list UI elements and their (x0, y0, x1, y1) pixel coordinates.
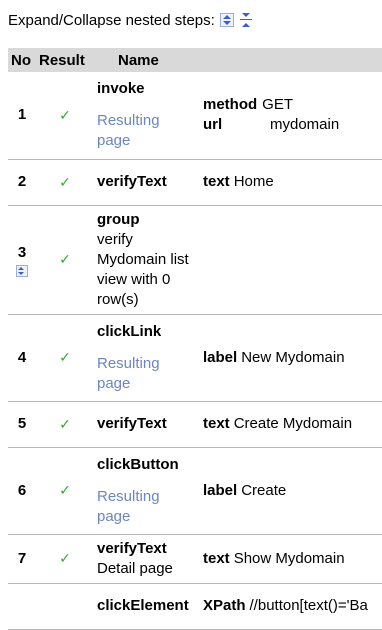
result-check-icon: ✓ (36, 447, 94, 535)
param: url mydomain (203, 116, 340, 134)
param: text Home (203, 173, 274, 190)
step-name: verifyText (97, 539, 167, 557)
step-name: clickLink (97, 322, 162, 340)
result-check-icon (36, 583, 94, 630)
step-number: 2 (8, 159, 36, 206)
result-check-icon: ✓ (36, 314, 94, 402)
table-row: 4 ✓ clickLink Resulting page label New M… (8, 314, 382, 402)
column-header-no: No (8, 48, 36, 72)
param: XPath //button[text()='Ba (203, 597, 368, 614)
param: method GET (203, 96, 294, 114)
result-check-icon: ✓ (36, 205, 94, 315)
step-name: clickElement (97, 597, 189, 614)
step-number: 6 (8, 447, 36, 535)
column-header-name: Name (94, 48, 200, 72)
expand-collapse-bar: Expand/Collapse nested steps: (8, 10, 253, 30)
expand-group-icon[interactable] (16, 264, 28, 277)
table-row: 2 ✓ verifyText text Home (8, 159, 382, 206)
param: text Create Mydomain (203, 415, 353, 432)
step-number: 3 (17, 243, 27, 261)
step-name: verifyText (97, 173, 167, 190)
table-row: 6 ✓ clickButton Resulting page label Cre… (8, 447, 382, 535)
result-check-icon: ✓ (36, 72, 94, 160)
column-header-params (200, 48, 382, 72)
step-number: 7 (8, 534, 36, 584)
column-header-result: Result (36, 48, 94, 72)
step-name: invoke (97, 80, 145, 98)
result-check-icon: ✓ (36, 534, 94, 584)
expand-collapse-label: Expand/Collapse nested steps: (8, 11, 215, 29)
table-row: 5 ✓ verifyText text Create Mydomain (8, 401, 382, 448)
steps-table: No Result Name 1 ✓ invoke Resulting page… (8, 48, 382, 630)
step-number: 4 (8, 314, 36, 402)
step-number: 1 (8, 72, 36, 160)
step-number (8, 583, 36, 630)
step-number: 5 (8, 401, 36, 448)
result-check-icon: ✓ (36, 159, 94, 206)
table-row: 3 ✓ group verify Mydomain list view with… (8, 205, 382, 315)
step-name: verifyText (97, 415, 167, 432)
table-row: 1 ✓ invoke Resulting page method GET url… (8, 72, 382, 160)
param: label New Mydomain (203, 348, 345, 366)
resulting-page-link[interactable]: Resulting page (97, 111, 197, 151)
resulting-page-link[interactable]: Resulting page (97, 487, 197, 527)
result-check-icon: ✓ (36, 401, 94, 448)
resulting-page-link[interactable]: Resulting page (97, 354, 197, 394)
step-name: clickButton (97, 455, 179, 473)
param: label Create (203, 481, 287, 499)
table-row: 7 ✓ verifyText Detail page text Show Myd… (8, 534, 382, 584)
step-description: verify Mydomain list view with 0 row(s) (97, 230, 189, 308)
step-number-cell: 3 (8, 205, 36, 315)
table-header-row: No Result Name (8, 48, 382, 72)
param: text Show Mydomain (203, 549, 345, 567)
expand-all-icon[interactable] (219, 13, 234, 27)
table-row: clickElement XPath //button[text()='Ba (8, 583, 382, 630)
step-name: group (97, 210, 140, 228)
step-description: Detail page (97, 559, 173, 577)
collapse-all-icon[interactable] (239, 13, 253, 27)
